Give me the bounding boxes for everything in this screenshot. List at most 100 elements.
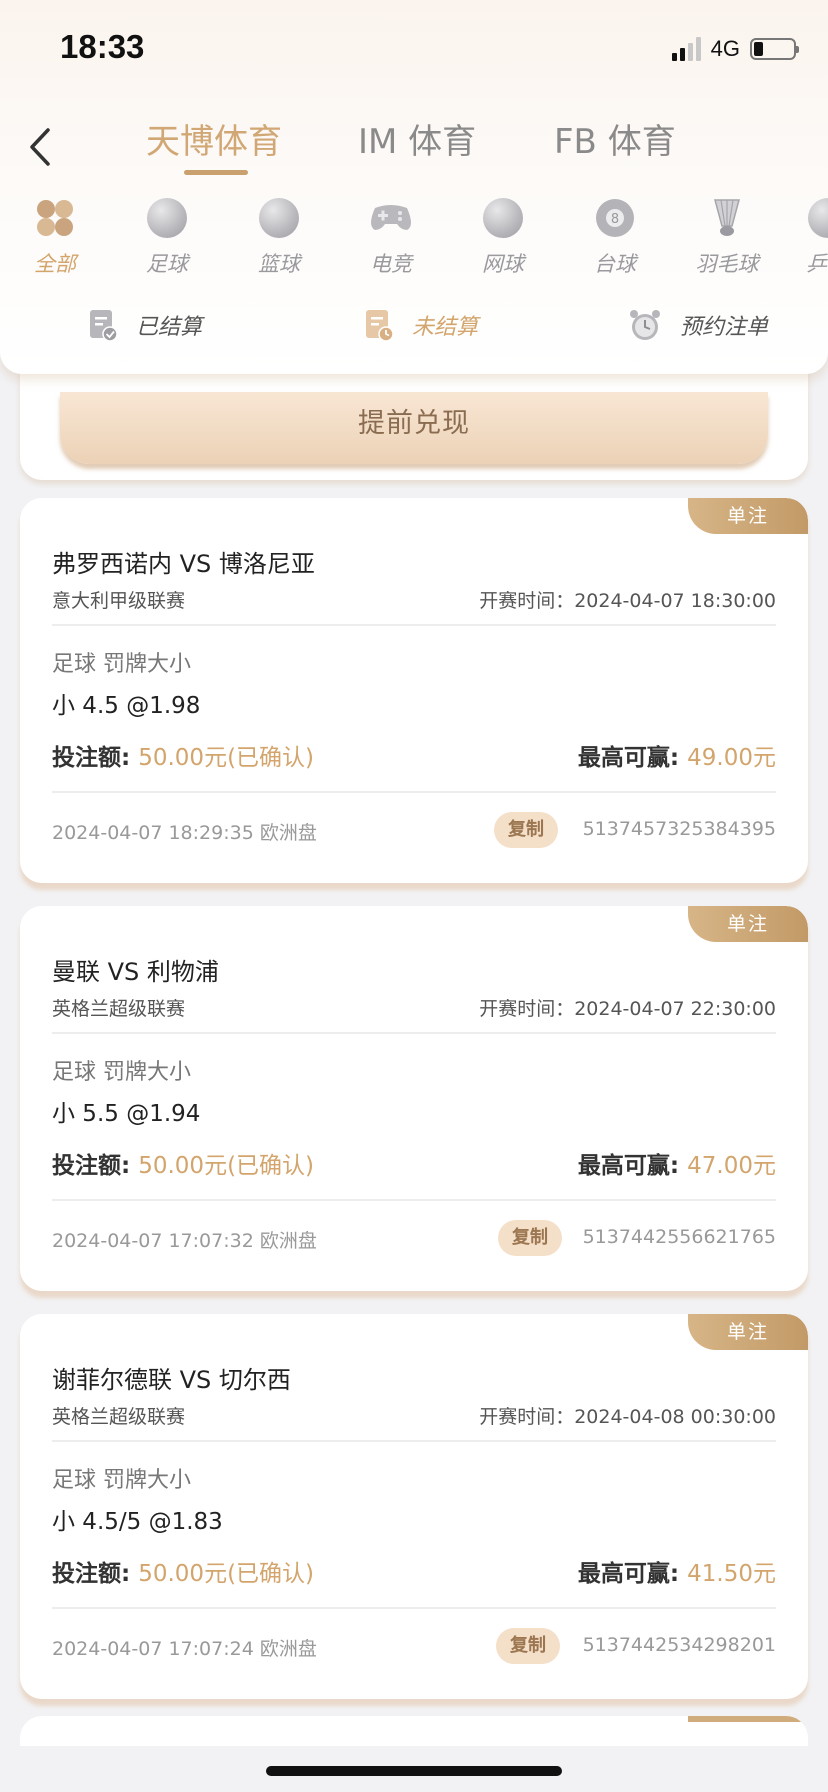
stake-label: 投注额: xyxy=(52,1153,139,1179)
tab-im-sports[interactable]: IM 体育 xyxy=(358,114,476,163)
sport-billiards[interactable]: 8 台球 xyxy=(570,198,660,278)
divider xyxy=(52,1199,776,1201)
sport-label: 足球 xyxy=(146,252,188,276)
sub-tab-unsettled[interactable]: 未结算 xyxy=(364,308,478,342)
sport-all[interactable]: 全部 xyxy=(10,198,100,278)
divider xyxy=(52,1607,776,1609)
sport-label: 全部 xyxy=(34,252,76,276)
active-tab-underline xyxy=(184,170,248,175)
bet-time: 2024-04-07 17:07:32 欧洲盘 xyxy=(52,1230,317,1252)
sport-label: 电竞 xyxy=(370,252,412,276)
league-name: 意大利甲级联赛 xyxy=(52,590,186,612)
bet-id: 5137442534298201 xyxy=(582,1634,776,1656)
stake-value: 50.00元(已确认) xyxy=(138,1153,315,1179)
tab-tianbo-sports[interactable]: 天博体育 xyxy=(146,114,282,163)
stake-amount: 投注额: 50.00元(已确认) xyxy=(52,1554,314,1588)
bet-card: 单注 曼联 VS 利物浦 英格兰超级联赛 开赛时间：2024-04-07 22:… xyxy=(20,906,808,1291)
sub-tab-label: 未结算 xyxy=(412,315,479,340)
header-panel: 18:33 4G 天博体育 IM 体育 FB 体育 全部 足球 篮球 电竞 网球… xyxy=(0,0,828,374)
battery-icon xyxy=(750,38,799,60)
start-time: 开赛时间：2024-04-07 18:30:00 xyxy=(479,590,776,612)
single-bet-tag: 单注 xyxy=(688,1314,808,1350)
unsettled-icon xyxy=(366,310,394,342)
shuttlecock-icon xyxy=(714,199,740,236)
bet-id: 5137442556621765 xyxy=(582,1226,776,1248)
league-name: 英格兰超级联赛 xyxy=(52,998,186,1020)
divider xyxy=(52,1440,776,1442)
table-tennis-icon xyxy=(808,198,828,238)
svg-text:8: 8 xyxy=(611,212,619,227)
tennis-icon xyxy=(483,198,523,238)
sport-badminton[interactable]: 羽毛球 xyxy=(682,198,772,278)
gamepad-icon xyxy=(371,205,411,230)
sport-label: 篮球 xyxy=(258,252,300,276)
next-bet-card-edge xyxy=(20,1716,808,1746)
divider xyxy=(52,791,776,793)
bet-id: 5137457325384395 xyxy=(582,818,776,840)
sub-tab-reservations[interactable]: 预约注单 xyxy=(628,308,768,342)
single-bet-tag: 单注 xyxy=(688,498,808,534)
start-time: 开赛时间：2024-04-08 00:30:00 xyxy=(479,1406,776,1428)
sport-esports[interactable]: 电竞 xyxy=(346,198,436,278)
copy-button[interactable]: 复制 xyxy=(496,1628,560,1664)
sport-tennis[interactable]: 网球 xyxy=(458,198,548,278)
sport-label: 网球 xyxy=(482,252,524,276)
back-arrow-icon[interactable] xyxy=(22,122,62,172)
bet-card: 单注 弗罗西诺内 VS 博洛尼亚 意大利甲级联赛 开赛时间：2024-04-07… xyxy=(20,498,808,883)
sport-label: 乒 xyxy=(806,252,827,276)
stake-value: 50.00元(已确认) xyxy=(138,1561,315,1587)
max-win-value: 49.00元 xyxy=(687,745,776,771)
sub-tab-settled[interactable]: 已结算 xyxy=(88,308,202,342)
single-bet-tag-edge xyxy=(688,1716,808,1722)
billiards-icon: 8 xyxy=(596,199,634,237)
market-type: 足球 罚牌大小 xyxy=(52,1060,191,1085)
market-type: 足球 罚牌大小 xyxy=(52,652,191,677)
divider xyxy=(52,624,776,626)
copy-button[interactable]: 复制 xyxy=(498,1220,562,1256)
stake-label: 投注额: xyxy=(52,1561,139,1587)
alarm-clock-icon xyxy=(630,310,660,340)
bet-time: 2024-04-07 17:07:24 欧洲盘 xyxy=(52,1638,317,1660)
start-time: 开赛时间：2024-04-07 22:30:00 xyxy=(479,998,776,1020)
divider xyxy=(52,1032,776,1034)
stake-amount: 投注额: 50.00元(已确认) xyxy=(52,738,314,772)
stake-value: 50.00元(已确认) xyxy=(138,745,315,771)
tab-fb-sports[interactable]: FB 体育 xyxy=(554,114,676,163)
sport-table-tennis[interactable]: 乒 xyxy=(794,198,828,278)
sport-label: 台球 xyxy=(594,252,636,276)
max-win: 最高可赢: 47.00元 xyxy=(578,1146,776,1180)
sub-tab-label: 已结算 xyxy=(136,315,203,340)
all-sports-icon xyxy=(37,200,73,236)
football-icon xyxy=(147,198,187,238)
sport-label: 羽毛球 xyxy=(695,252,759,276)
status-time: 18:33 xyxy=(60,28,145,65)
max-win-label: 最高可赢: xyxy=(577,1561,688,1587)
stake-amount: 投注额: 50.00元(已确认) xyxy=(52,1146,314,1180)
bet-time: 2024-04-07 18:29:35 欧洲盘 xyxy=(52,822,317,844)
home-indicator[interactable] xyxy=(266,1766,562,1776)
max-win: 最高可赢: 41.50元 xyxy=(578,1554,776,1588)
match-title: 谢菲尔德联 VS 切尔西 xyxy=(52,1366,291,1394)
basketball-icon xyxy=(259,198,299,238)
bet-selection: 小 4.5 @1.98 xyxy=(52,693,201,719)
match-title: 弗罗西诺内 VS 博洛尼亚 xyxy=(52,550,315,578)
bet-card: 单注 谢菲尔德联 VS 切尔西 英格兰超级联赛 开赛时间：2024-04-08 … xyxy=(20,1314,808,1699)
league-name: 英格兰超级联赛 xyxy=(52,1406,186,1428)
network-label: 4G xyxy=(710,36,740,61)
bet-selection: 小 5.5 @1.94 xyxy=(52,1101,201,1127)
sport-basketball[interactable]: 篮球 xyxy=(234,198,324,278)
max-win-value: 47.00元 xyxy=(687,1153,776,1179)
max-win-label: 最高可赢: xyxy=(577,1153,688,1179)
match-title: 曼联 VS 利物浦 xyxy=(52,958,219,986)
stake-label: 投注额: xyxy=(52,745,139,771)
single-bet-tag: 单注 xyxy=(688,906,808,942)
settled-icon xyxy=(90,310,118,342)
copy-button[interactable]: 复制 xyxy=(494,812,558,848)
max-win: 最高可赢: 49.00元 xyxy=(578,738,776,772)
sub-tab-label: 预约注单 xyxy=(680,315,769,340)
max-win-value: 41.50元 xyxy=(687,1561,776,1587)
bet-selection: 小 4.5/5 @1.83 xyxy=(52,1509,223,1535)
sport-football[interactable]: 足球 xyxy=(122,198,212,278)
max-win-label: 最高可赢: xyxy=(577,745,688,771)
cashout-button[interactable]: 提前兑现 xyxy=(60,392,768,464)
